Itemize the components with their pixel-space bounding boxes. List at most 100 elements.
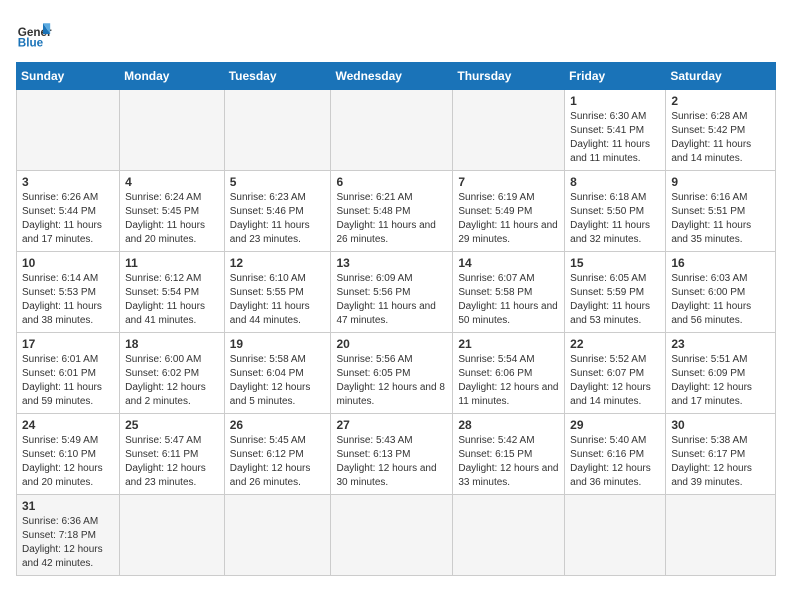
day-info: Sunrise: 6:21 AM Sunset: 5:48 PM Dayligh… (336, 191, 447, 247)
calendar-week-5: 24 Sunrise: 5:49 AM Sunset: 6:10 PM Dayli… (17, 414, 776, 495)
day-header-friday: Friday (565, 63, 666, 90)
calendar-cell: 31 Sunrise: 6:36 AM Sunset: 7:18 PM Dayli… (17, 495, 120, 576)
day-number: 9 (671, 175, 770, 189)
day-info: Sunrise: 6:28 AM Sunset: 5:42 PM Dayligh… (671, 110, 770, 166)
calendar-week-4: 17 Sunrise: 6:01 AM Sunset: 6:01 PM Dayli… (17, 333, 776, 414)
calendar-cell: 25 Sunrise: 5:47 AM Sunset: 6:11 PM Dayli… (120, 414, 225, 495)
day-number: 31 (22, 499, 114, 513)
calendar-cell: 17 Sunrise: 6:01 AM Sunset: 6:01 PM Dayli… (17, 333, 120, 414)
calendar-cell (224, 90, 331, 171)
day-info: Sunrise: 5:45 AM Sunset: 6:12 PM Dayligh… (230, 434, 326, 490)
day-info: Sunrise: 6:36 AM Sunset: 7:18 PM Dayligh… (22, 515, 114, 571)
day-info: Sunrise: 6:07 AM Sunset: 5:58 PM Dayligh… (458, 272, 559, 328)
day-info: Sunrise: 6:19 AM Sunset: 5:49 PM Dayligh… (458, 191, 559, 247)
calendar-cell: 30 Sunrise: 5:38 AM Sunset: 6:17 PM Dayli… (666, 414, 776, 495)
calendar-cell (120, 495, 225, 576)
day-number: 5 (230, 175, 326, 189)
calendar-week-2: 3 Sunrise: 6:26 AM Sunset: 5:44 PM Daylig… (17, 171, 776, 252)
calendar-week-3: 10 Sunrise: 6:14 AM Sunset: 5:53 PM Dayli… (17, 252, 776, 333)
calendar-cell: 12 Sunrise: 6:10 AM Sunset: 5:55 PM Dayli… (224, 252, 331, 333)
logo: General Blue (16, 16, 52, 52)
calendar-cell: 20 Sunrise: 5:56 AM Sunset: 6:05 PM Dayli… (331, 333, 453, 414)
day-number: 13 (336, 256, 447, 270)
day-number: 16 (671, 256, 770, 270)
calendar-cell: 23 Sunrise: 5:51 AM Sunset: 6:09 PM Dayli… (666, 333, 776, 414)
day-number: 10 (22, 256, 114, 270)
calendar-cell: 28 Sunrise: 5:42 AM Sunset: 6:15 PM Dayli… (453, 414, 565, 495)
day-info: Sunrise: 6:10 AM Sunset: 5:55 PM Dayligh… (230, 272, 326, 328)
day-header-wednesday: Wednesday (331, 63, 453, 90)
day-info: Sunrise: 5:40 AM Sunset: 6:16 PM Dayligh… (570, 434, 660, 490)
day-info: Sunrise: 6:26 AM Sunset: 5:44 PM Dayligh… (22, 191, 114, 247)
calendar-cell: 8 Sunrise: 6:18 AM Sunset: 5:50 PM Daylig… (565, 171, 666, 252)
calendar-cell: 29 Sunrise: 5:40 AM Sunset: 6:16 PM Dayli… (565, 414, 666, 495)
day-info: Sunrise: 6:14 AM Sunset: 5:53 PM Dayligh… (22, 272, 114, 328)
day-number: 3 (22, 175, 114, 189)
day-number: 20 (336, 337, 447, 351)
day-number: 12 (230, 256, 326, 270)
day-number: 30 (671, 418, 770, 432)
day-number: 23 (671, 337, 770, 351)
calendar-cell: 13Sunrise: 6:09 AM Sunset: 5:56 PM Dayli… (331, 252, 453, 333)
calendar-cell (17, 90, 120, 171)
day-number: 25 (125, 418, 219, 432)
day-info: Sunrise: 6:01 AM Sunset: 6:01 PM Dayligh… (22, 353, 114, 409)
day-header-tuesday: Tuesday (224, 63, 331, 90)
day-info: Sunrise: 5:58 AM Sunset: 6:04 PM Dayligh… (230, 353, 326, 409)
calendar-cell: 10 Sunrise: 6:14 AM Sunset: 5:53 PM Dayli… (17, 252, 120, 333)
header: General Blue (16, 16, 776, 52)
calendar-cell: 6Sunrise: 6:21 AM Sunset: 5:48 PM Daylig… (331, 171, 453, 252)
day-info: Sunrise: 6:18 AM Sunset: 5:50 PM Dayligh… (570, 191, 660, 247)
day-number: 29 (570, 418, 660, 432)
day-number: 17 (22, 337, 114, 351)
calendar-cell: 1Sunrise: 6:30 AM Sunset: 5:41 PM Daylig… (565, 90, 666, 171)
calendar-cell (666, 495, 776, 576)
day-number: 24 (22, 418, 114, 432)
calendar-week-6: 31 Sunrise: 6:36 AM Sunset: 7:18 PM Dayli… (17, 495, 776, 576)
day-info: Sunrise: 5:51 AM Sunset: 6:09 PM Dayligh… (671, 353, 770, 409)
calendar-table: SundayMondayTuesdayWednesdayThursdayFrid… (16, 62, 776, 576)
day-header-monday: Monday (120, 63, 225, 90)
day-number: 7 (458, 175, 559, 189)
calendar-cell (224, 495, 331, 576)
day-info: Sunrise: 5:54 AM Sunset: 6:06 PM Dayligh… (458, 353, 559, 409)
calendar-cell (453, 495, 565, 576)
calendar-cell (453, 90, 565, 171)
day-info: Sunrise: 6:03 AM Sunset: 6:00 PM Dayligh… (671, 272, 770, 328)
day-info: Sunrise: 5:52 AM Sunset: 6:07 PM Dayligh… (570, 353, 660, 409)
day-number: 21 (458, 337, 559, 351)
day-info: Sunrise: 5:49 AM Sunset: 6:10 PM Dayligh… (22, 434, 114, 490)
day-info: Sunrise: 5:42 AM Sunset: 6:15 PM Dayligh… (458, 434, 559, 490)
day-number: 8 (570, 175, 660, 189)
day-header-saturday: Saturday (666, 63, 776, 90)
calendar-cell: 19Sunrise: 5:58 AM Sunset: 6:04 PM Dayli… (224, 333, 331, 414)
day-info: Sunrise: 5:38 AM Sunset: 6:17 PM Dayligh… (671, 434, 770, 490)
calendar-cell: 3 Sunrise: 6:26 AM Sunset: 5:44 PM Daylig… (17, 171, 120, 252)
svg-text:Blue: Blue (18, 37, 44, 50)
calendar-cell: 16 Sunrise: 6:03 AM Sunset: 6:00 PM Dayli… (666, 252, 776, 333)
day-header-sunday: Sunday (17, 63, 120, 90)
calendar-cell (120, 90, 225, 171)
day-number: 28 (458, 418, 559, 432)
calendar-cell: 18Sunrise: 6:00 AM Sunset: 6:02 PM Dayli… (120, 333, 225, 414)
calendar-cell: 24 Sunrise: 5:49 AM Sunset: 6:10 PM Dayli… (17, 414, 120, 495)
calendar-cell: 5Sunrise: 6:23 AM Sunset: 5:46 PM Daylig… (224, 171, 331, 252)
calendar-cell: 22Sunrise: 5:52 AM Sunset: 6:07 PM Dayli… (565, 333, 666, 414)
day-header-thursday: Thursday (453, 63, 565, 90)
day-info: Sunrise: 5:56 AM Sunset: 6:05 PM Dayligh… (336, 353, 447, 409)
calendar-cell: 4Sunrise: 6:24 AM Sunset: 5:45 PM Daylig… (120, 171, 225, 252)
calendar-cell: 7 Sunrise: 6:19 AM Sunset: 5:49 PM Daylig… (453, 171, 565, 252)
day-number: 18 (125, 337, 219, 351)
calendar-cell: 27Sunrise: 5:43 AM Sunset: 6:13 PM Dayli… (331, 414, 453, 495)
calendar-cell (331, 90, 453, 171)
calendar-cell: 26Sunrise: 5:45 AM Sunset: 6:12 PM Dayli… (224, 414, 331, 495)
day-number: 15 (570, 256, 660, 270)
day-info: Sunrise: 5:43 AM Sunset: 6:13 PM Dayligh… (336, 434, 447, 490)
calendar-week-1: 1Sunrise: 6:30 AM Sunset: 5:41 PM Daylig… (17, 90, 776, 171)
calendar-cell: 11 Sunrise: 6:12 AM Sunset: 5:54 PM Dayli… (120, 252, 225, 333)
day-number: 11 (125, 256, 219, 270)
day-info: Sunrise: 6:12 AM Sunset: 5:54 PM Dayligh… (125, 272, 219, 328)
calendar-cell: 15Sunrise: 6:05 AM Sunset: 5:59 PM Dayli… (565, 252, 666, 333)
day-info: Sunrise: 6:24 AM Sunset: 5:45 PM Dayligh… (125, 191, 219, 247)
day-info: Sunrise: 5:47 AM Sunset: 6:11 PM Dayligh… (125, 434, 219, 490)
